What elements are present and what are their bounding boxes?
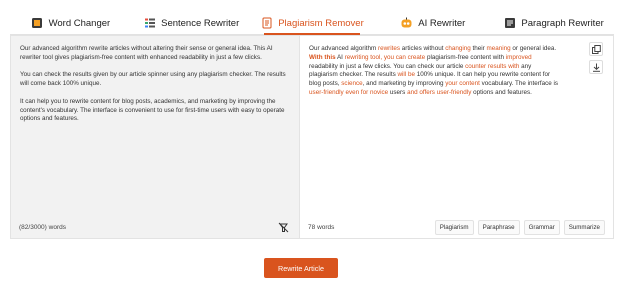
tab-word-changer[interactable]: Word Changer <box>10 12 131 34</box>
input-pane: Our advanced algorithm rewrite articles … <box>11 36 301 238</box>
input-textarea[interactable]: Our advanced algorithm rewrite articles … <box>20 45 290 133</box>
highlighted-word[interactable]: rewriting tool, you can create <box>345 54 426 61</box>
copy-icon[interactable] <box>589 42 603 56</box>
tool-tabs: Word Changer Sentence Rewriter Plagiaris… <box>10 12 614 35</box>
highlighted-word[interactable]: and offers user-friendly <box>407 89 471 96</box>
output-segment: articles without <box>400 45 446 52</box>
document-icon <box>260 17 273 30</box>
rewrite-article-button[interactable]: Rewrite Article <box>264 258 338 278</box>
rewriter-editor: Our advanced algorithm rewrite articles … <box>10 35 614 239</box>
robot-icon <box>400 17 413 30</box>
input-word-count: (82/3000) words <box>19 223 66 231</box>
output-segment: AI <box>335 53 345 61</box>
summarize-button[interactable]: Summarize <box>563 219 605 235</box>
grammar-button[interactable]: Grammar <box>523 219 560 235</box>
tab-label: Paragraph Rewriter <box>521 17 604 29</box>
list-icon <box>143 17 156 30</box>
book-icon <box>31 17 44 30</box>
output-segment: vocabulary. The interface is <box>479 80 559 88</box>
highlighted-word[interactable]: your content <box>445 80 480 87</box>
output-segment: options and features. <box>471 88 532 96</box>
output-word-count: 78 words <box>308 223 335 231</box>
highlighted-word[interactable]: With this <box>309 54 336 61</box>
tab-label: Plagiarism Remover <box>278 17 364 29</box>
input-footer: (82/3000) words <box>11 216 299 238</box>
output-text: Our advanced algorithm rewrites articles… <box>309 45 559 98</box>
highlighted-word[interactable]: improved <box>506 54 532 61</box>
input-paragraph: It can help you to rewrite content for b… <box>20 97 285 123</box>
output-segment: readability in just a few clicks. You ca… <box>309 62 466 70</box>
tab-label: AI Rewriter <box>418 17 466 29</box>
paragraph-icon <box>503 17 516 30</box>
tab-sentence-rewriter[interactable]: Sentence Rewriter <box>131 12 252 34</box>
tab-label: Sentence Rewriter <box>161 17 240 29</box>
output-segment: users <box>388 88 408 96</box>
output-pane: Our advanced algorithm rewrites articles… <box>300 36 613 238</box>
tab-plagiarism-remover[interactable]: Plagiarism Remover <box>252 12 373 35</box>
highlighted-word[interactable]: counter results with <box>465 63 519 70</box>
download-icon[interactable] <box>589 60 603 74</box>
output-segment: , and marketing by improving <box>362 80 446 88</box>
output-segment: plagiarism-free content with <box>425 53 506 61</box>
input-paragraph: You can check the results given by our a… <box>20 71 286 88</box>
highlighted-word[interactable]: will be <box>397 71 415 78</box>
paraphrase-button[interactable]: Paraphrase <box>477 219 520 235</box>
plagiarism-button[interactable]: Plagiarism <box>434 219 474 235</box>
tab-ai-rewriter[interactable]: AI Rewriter <box>372 12 493 34</box>
highlighted-word[interactable]: changing <box>445 45 471 52</box>
output-segment: Our advanced algorithm <box>309 45 378 52</box>
tab-paragraph-rewriter[interactable]: Paragraph Rewriter <box>493 12 614 34</box>
highlighted-word[interactable]: meaning <box>487 45 511 52</box>
eraser-icon[interactable] <box>276 220 291 235</box>
input-paragraph: Our advanced algorithm rewrite articles … <box>20 45 273 61</box>
highlighted-word[interactable]: user-friendly even for <box>309 89 368 96</box>
output-tools <box>589 42 603 74</box>
tab-label: Word Changer <box>48 17 111 29</box>
output-segment: their <box>470 45 487 52</box>
highlighted-word[interactable]: novice <box>370 89 388 96</box>
output-footer: 78 words Plagiarism Paraphrase Grammar S… <box>300 216 613 238</box>
output-actions: Plagiarism Paraphrase Grammar Summarize <box>434 219 605 235</box>
highlighted-word[interactable]: rewrites <box>378 45 400 52</box>
output-segment: or general idea. <box>510 45 557 52</box>
highlighted-word[interactable]: science <box>341 80 362 87</box>
